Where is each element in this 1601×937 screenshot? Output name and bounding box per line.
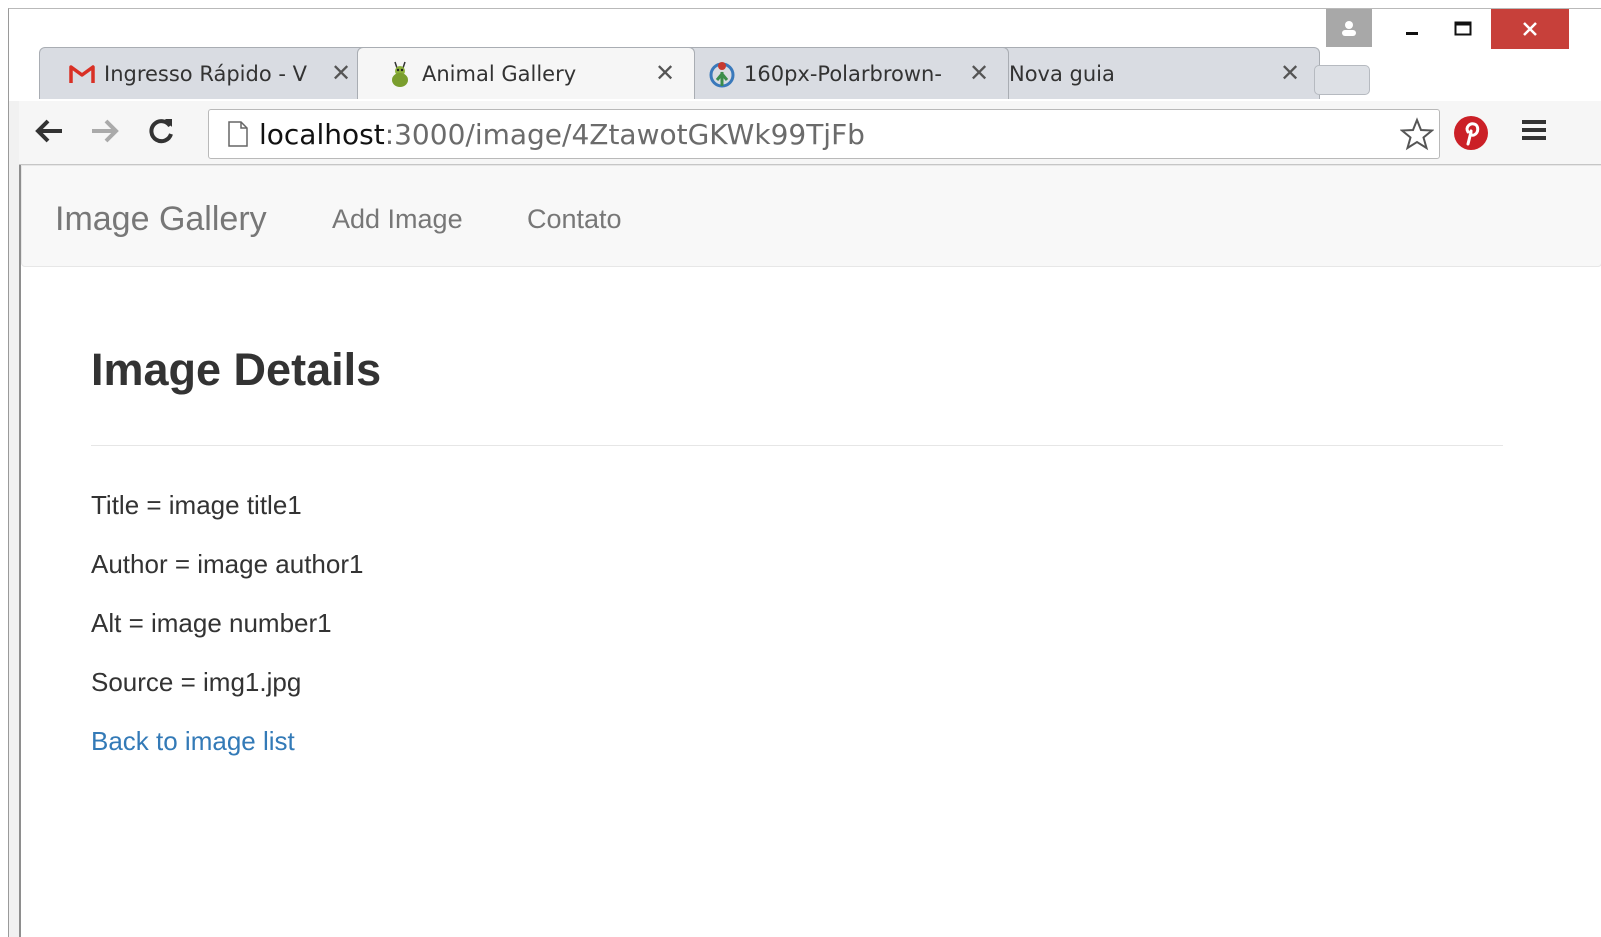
hamburger-icon — [1522, 120, 1546, 140]
url-path: :3000/image/4ZtawotGKWk99TjFb — [384, 117, 865, 151]
wikimedia-icon — [708, 60, 736, 88]
main-content: Image Details Title = image title1 Autho… — [91, 344, 1503, 756]
close-icon — [1523, 22, 1537, 36]
address-bar[interactable]: localhost:3000/image/4ZtawotGKWk99TjFb — [208, 109, 1440, 159]
tab-close-icon[interactable]: ✕ — [326, 59, 356, 88]
pinterest-icon — [1454, 116, 1488, 150]
tab-label: Animal Gallery — [422, 61, 577, 86]
url-host: localhost — [259, 117, 385, 151]
maximize-icon — [1454, 21, 1472, 36]
tab-gmail[interactable]: Ingresso Rápido - V ✕ — [39, 47, 371, 99]
bug-favicon-icon — [386, 60, 414, 88]
nav-add-image[interactable]: Add Image — [332, 204, 463, 235]
minimize-button[interactable] — [1390, 9, 1434, 49]
arrow-right-icon — [92, 119, 119, 143]
close-window-button[interactable] — [1491, 9, 1569, 49]
browser-window: Ingresso Rápido - V ✕ Animal Gallery ✕ 1… — [8, 8, 1601, 937]
minimize-icon — [1406, 32, 1418, 35]
detail-alt: Alt = image number1 — [91, 608, 332, 638]
tab-nova-guia[interactable]: Nova guia ✕ — [994, 47, 1320, 99]
browser-toolbar: localhost:3000/image/4ZtawotGKWk99TjFb — [19, 101, 1601, 165]
navbar-brand[interactable]: Image Gallery — [55, 200, 267, 239]
reload-icon — [149, 119, 173, 144]
pinterest-button[interactable] — [1453, 115, 1489, 151]
tab-label: Ingresso Rápido - V — [104, 61, 307, 86]
gmail-icon — [68, 60, 96, 88]
back-to-list-link[interactable]: Back to image list — [91, 726, 295, 757]
site-navbar: Image Gallery Add Image Contato — [21, 165, 1601, 267]
page-icon — [228, 121, 248, 147]
detail-author: Author = image author1 — [91, 549, 364, 579]
tab-polarbrown[interactable]: 160px-Polarbrown- ✕ — [679, 47, 1009, 99]
page-viewport: Image Gallery Add Image Contato Image De… — [19, 165, 1601, 937]
tab-close-icon[interactable]: ✕ — [1275, 59, 1305, 88]
detail-title: Title = image title1 — [91, 490, 302, 520]
new-tab-button[interactable] — [1314, 65, 1370, 95]
tab-label: 160px-Polarbrown- — [744, 61, 942, 86]
reload-button[interactable] — [143, 113, 179, 149]
tab-strip: Ingresso Rápido - V ✕ Animal Gallery ✕ 1… — [29, 47, 1409, 103]
user-icon — [1342, 21, 1356, 36]
tab-close-icon[interactable]: ✕ — [650, 59, 680, 88]
detail-source: Source = img1.jpg — [91, 667, 302, 697]
nav-contato[interactable]: Contato — [527, 204, 622, 235]
arrow-left-icon — [35, 119, 62, 143]
divider — [91, 445, 1503, 446]
page-title: Image Details — [91, 344, 382, 395]
forward-button[interactable] — [87, 113, 123, 149]
tab-close-icon[interactable]: ✕ — [964, 59, 994, 88]
bookmark-star-button[interactable] — [1399, 116, 1435, 152]
star-icon — [1400, 117, 1434, 151]
title-bar: Ingresso Rápido - V ✕ Animal Gallery ✕ 1… — [9, 9, 1601, 101]
url-text: localhost:3000/image/4ZtawotGKWk99TjFb — [259, 118, 865, 151]
tab-label: Nova guia — [1009, 61, 1115, 86]
profile-button[interactable] — [1326, 9, 1372, 47]
back-button[interactable] — [31, 113, 67, 149]
tab-animal-gallery[interactable]: Animal Gallery ✕ — [357, 47, 695, 99]
menu-button[interactable] — [1519, 115, 1555, 151]
maximize-button[interactable] — [1441, 9, 1485, 49]
